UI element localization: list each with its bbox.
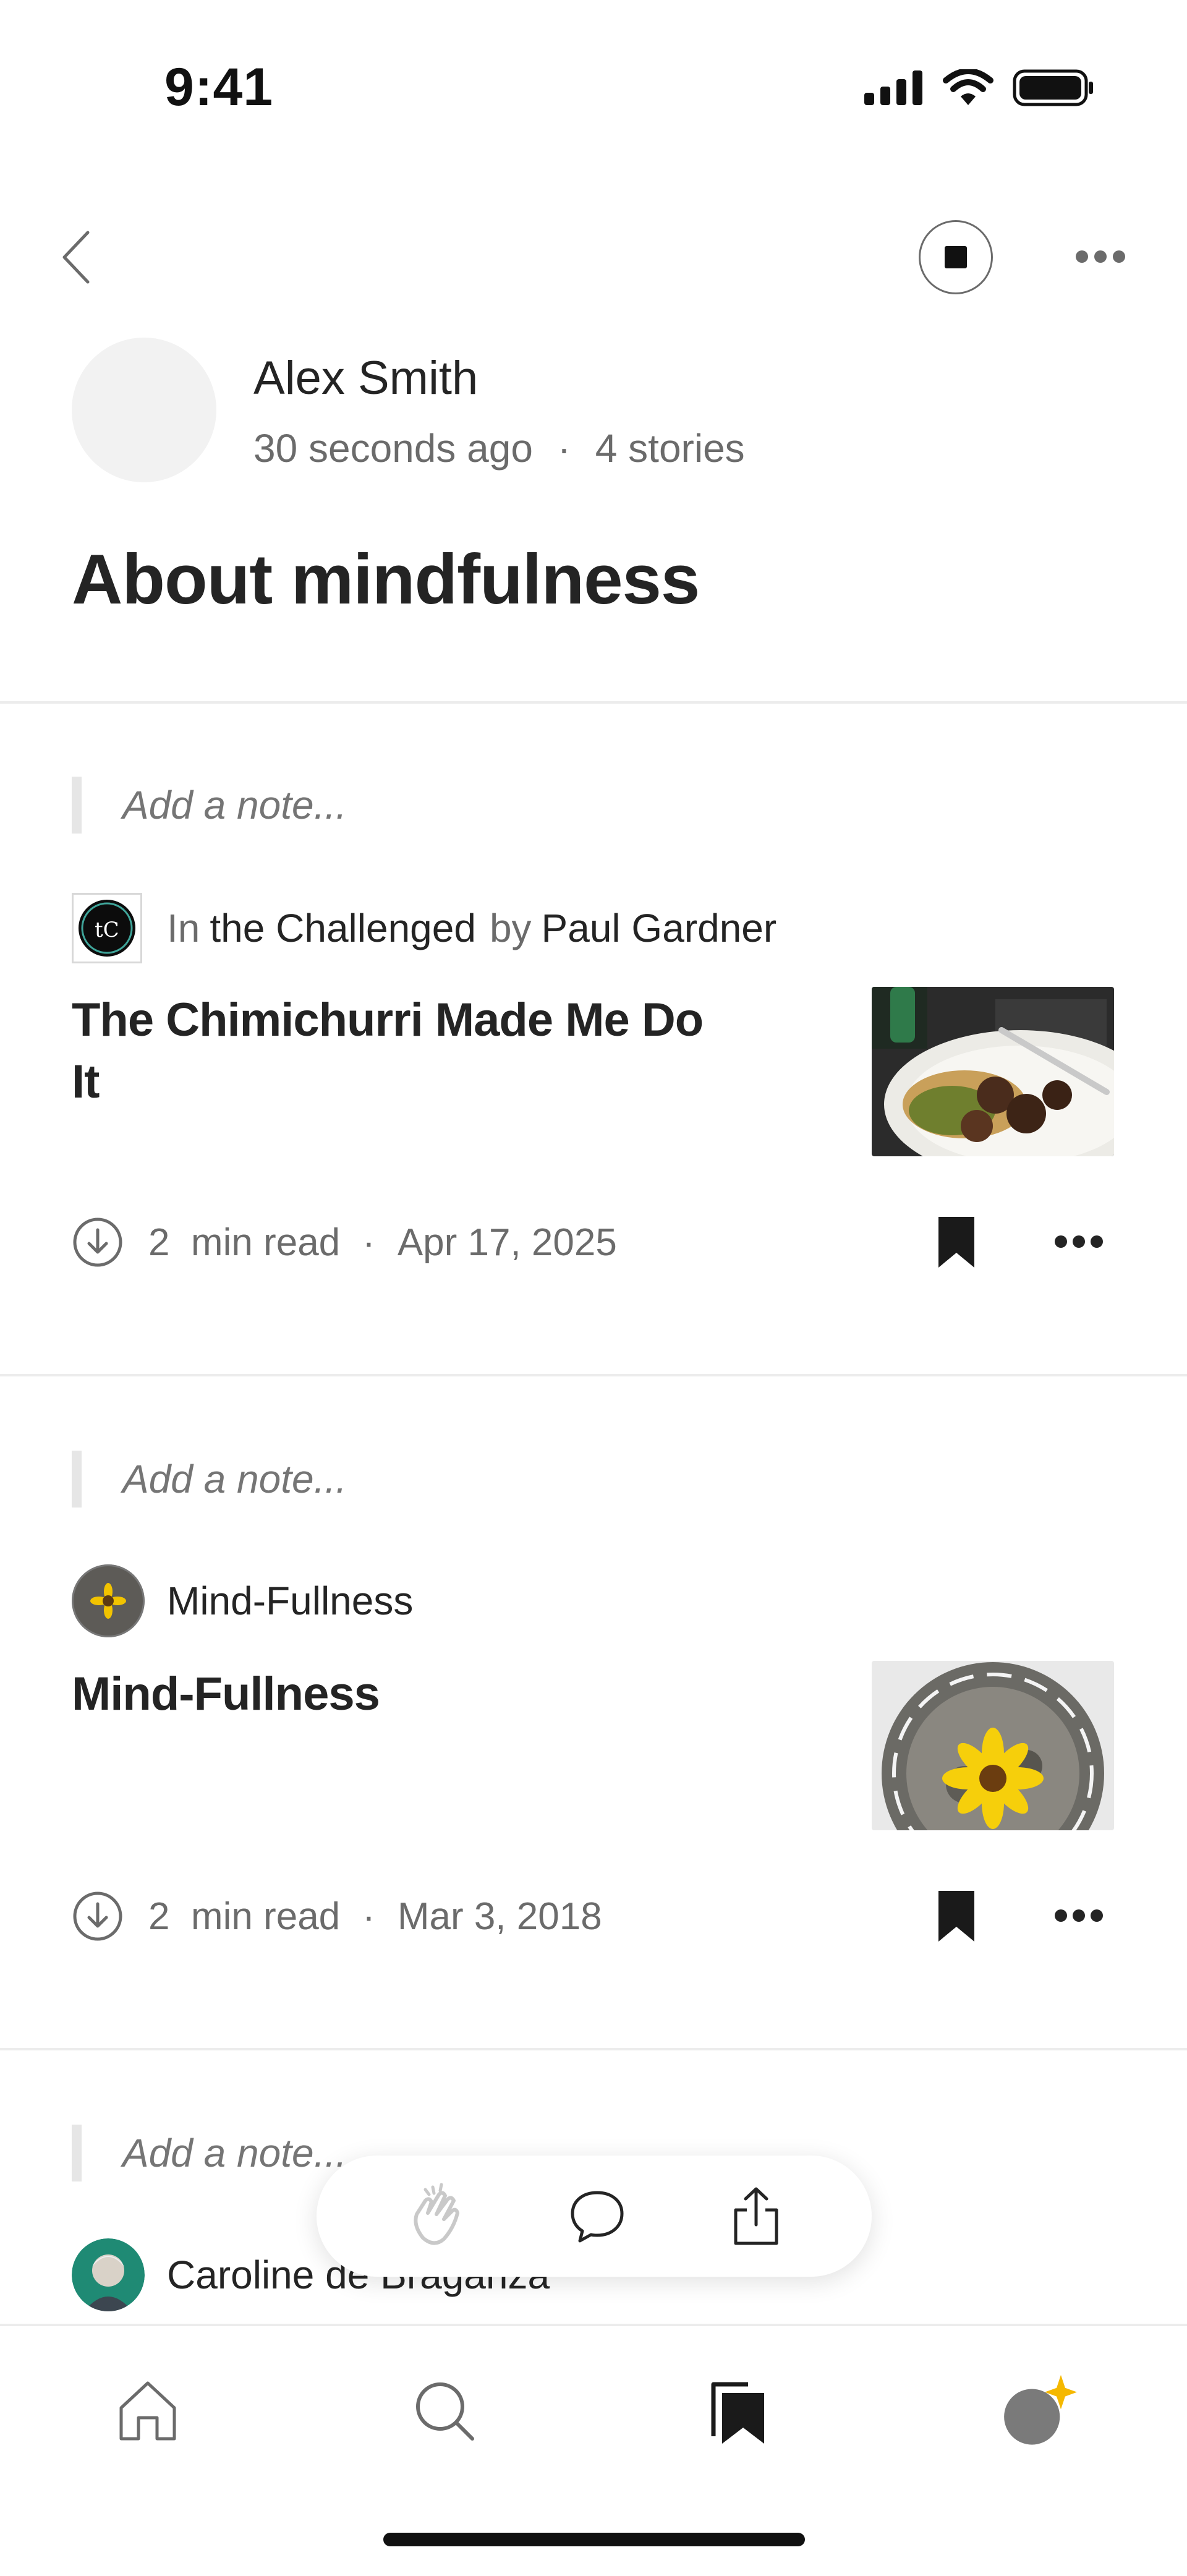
publication-name[interactable]: Mind-Fullness [167,1578,413,1624]
bookmarks-icon [711,2382,764,2444]
tab-home[interactable] [108,2371,188,2451]
by-label: by [489,906,532,950]
more-options-button[interactable] [1070,241,1131,272]
list-meta: 30 seconds ago · 4 stories [253,425,745,471]
publication-row: tC In the Challenged by Paul Gardner [72,893,776,963]
bookmark-filled-icon [938,1891,974,1942]
bookmark-button[interactable] [935,1888,978,1944]
meta-separator: · [557,426,571,471]
story-count: 4 stories [595,426,745,471]
story-title[interactable]: The Chimichurri Made Me Do It [72,989,715,1113]
publication-name[interactable]: the Challenged [210,905,476,951]
home-icon [119,2381,176,2441]
download-icon[interactable] [72,1216,124,1268]
stop-icon [945,246,967,268]
read-time: 2 min read [148,1221,341,1264]
divider [0,2048,1187,2050]
search-icon [416,2382,474,2441]
publish-date: Apr 17, 2025 [397,1221,617,1264]
page-title: About mindfulness [72,540,700,619]
author-name[interactable]: Alex Smith [253,351,478,405]
publication-logo[interactable] [72,1564,145,1637]
divider [0,1374,1187,1376]
story-thumbnail[interactable] [872,987,1114,1156]
read-time: 2 min read [148,1895,341,1938]
author-avatar[interactable] [72,338,216,482]
download-icon[interactable] [72,1890,124,1942]
svg-text:tC: tC [95,918,119,942]
publication-prefix: In [167,906,200,950]
tab-profile[interactable] [997,2371,1077,2451]
tab-library[interactable] [699,2371,779,2451]
story-more-button[interactable] [1051,1229,1107,1254]
publication-row: Mind-Fullness [72,1564,413,1637]
story-meta: 2 min read · Apr 17, 2025 [72,1214,617,1270]
wifi-icon [943,69,993,105]
story-more-button[interactable] [1051,1903,1107,1928]
meta-separator: · [362,1895,375,1938]
chevron-left-icon [62,231,90,284]
updated-time: 30 seconds ago [253,426,533,471]
home-indicator [383,2533,805,2546]
publication-logo[interactable]: tC [72,893,142,963]
meta-separator: · [362,1221,375,1264]
battery-icon [1013,69,1093,106]
story-author[interactable]: Paul Gardner [542,905,777,951]
add-note-field[interactable]: Add a note... [72,777,504,834]
more-horizontal-icon [1076,250,1125,263]
publish-date: Mar 3, 2018 [397,1895,602,1938]
status-time: 9:41 [164,58,274,117]
status-icons [864,69,1094,106]
stop-audio-button[interactable] [919,220,993,294]
story-title[interactable]: Mind-Fullness [72,1663,715,1725]
bookmark-button[interactable] [935,1214,978,1270]
divider [0,701,1187,704]
profile-icon [1004,2374,1077,2445]
story-meta: 2 min read · Mar 3, 2018 [72,1888,602,1944]
floating-action-bar [317,2156,872,2277]
story-thumbnail[interactable] [872,1661,1114,1830]
bookmark-filled-icon [938,1217,974,1268]
tab-search[interactable] [404,2371,485,2451]
clap-icon[interactable] [404,2182,466,2250]
more-horizontal-icon [1055,1909,1103,1922]
author-avatar[interactable] [72,2238,145,2311]
more-horizontal-icon [1055,1235,1103,1248]
back-button[interactable] [56,226,99,288]
cellular-signal-icon [864,70,922,105]
comment-icon[interactable] [568,2186,627,2246]
add-note-field[interactable]: Add a note... [72,1451,504,1508]
share-icon[interactable] [728,2185,784,2247]
